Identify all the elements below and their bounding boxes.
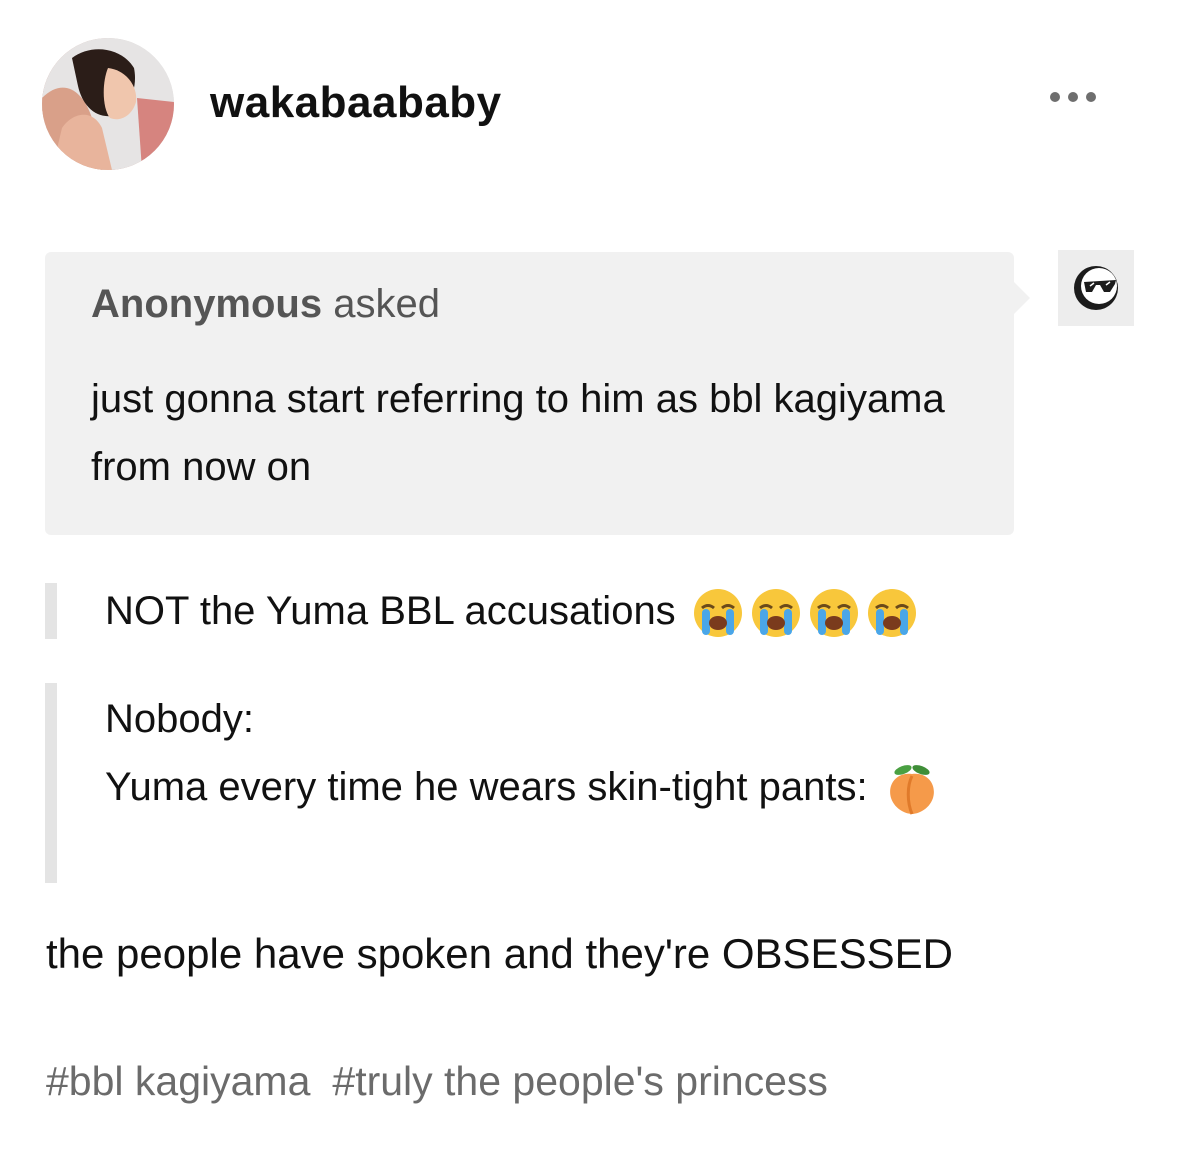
loudly-crying-face-icon — [807, 586, 861, 640]
quote-block-2: Nobody: Yuma every time he wears skin-ti… — [45, 683, 1145, 883]
loudly-crying-face-icon — [865, 586, 919, 640]
post-tags: #bbl kagiyama #truly the people's princes… — [46, 1058, 850, 1105]
loudly-crying-face-icon — [691, 586, 745, 640]
peach-icon — [883, 760, 941, 818]
loudly-crying-face-icon — [749, 586, 803, 640]
ask-header: Anonymous asked — [91, 282, 968, 327]
asker-verb: asked — [333, 282, 440, 326]
dot — [1050, 92, 1060, 102]
quote-block-1: NOT the Yuma BBL accusations — [45, 583, 1095, 639]
quote-line-1: Nobody: — [105, 697, 254, 741]
post-body-text: the people have spoken and they're OBSES… — [46, 930, 953, 977]
quote-line-2: Yuma every time he wears skin-tight pant… — [105, 765, 868, 809]
sunglasses-avatar-icon — [1058, 250, 1134, 326]
asker-name: Anonymous — [91, 282, 323, 326]
tag-link[interactable]: #truly the people's princess — [332, 1058, 828, 1104]
avatar-photo — [42, 38, 174, 170]
tag-link[interactable]: #bbl kagiyama — [46, 1058, 310, 1104]
avatar[interactable] — [42, 38, 174, 170]
quote-text: NOT the Yuma BBL accusations — [105, 589, 676, 633]
dot — [1086, 92, 1096, 102]
quote-line-2-row: Yuma every time he wears skin-tight pant… — [105, 753, 1145, 821]
ask-question: just gonna start referring to him as bbl… — [91, 377, 945, 489]
post-username[interactable]: wakabaababy — [210, 78, 502, 128]
ellipsis-icon[interactable] — [1050, 92, 1096, 102]
dot — [1068, 92, 1078, 102]
ask-bubble: Anonymous asked just gonna start referri… — [45, 252, 1030, 535]
